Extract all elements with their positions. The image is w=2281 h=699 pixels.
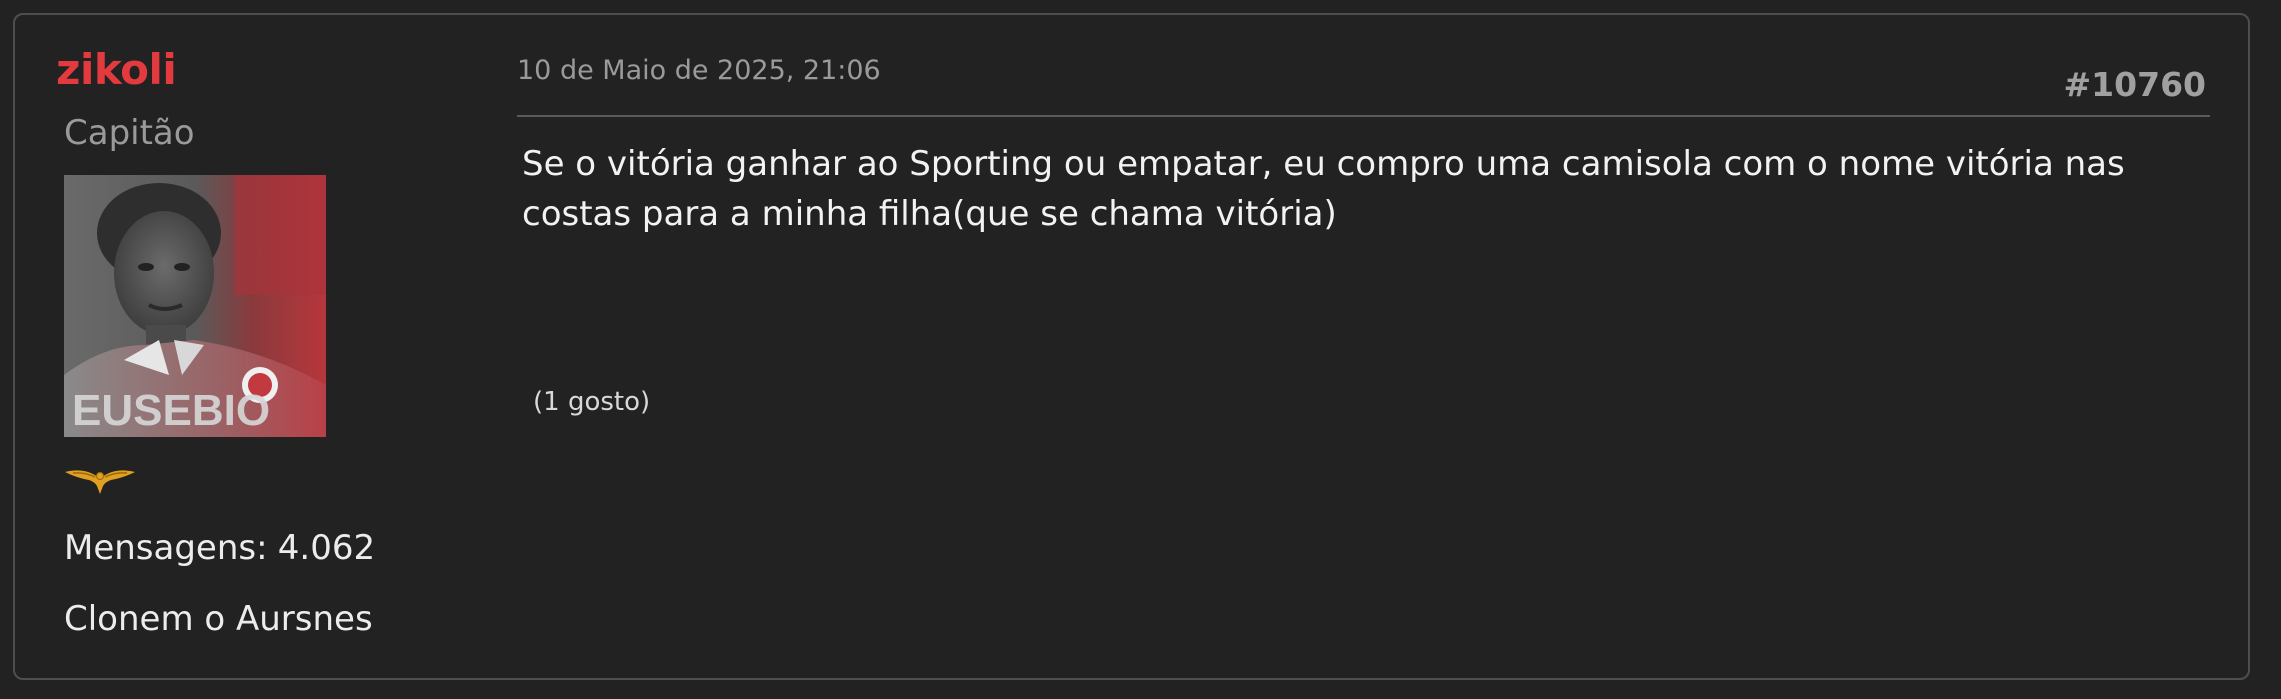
eagle-icon <box>63 464 137 500</box>
header-divider <box>517 115 2210 117</box>
avatar-image: EUSEBIO <box>64 175 326 437</box>
post-date: 10 de Maio de 2025, 21:06 <box>517 55 881 86</box>
avatar-caption: EUSEBIO <box>72 386 270 435</box>
author-rank: Capitão <box>64 113 195 153</box>
message-count-value: 4.062 <box>277 528 376 568</box>
message-count-label: Mensagens: <box>64 528 268 568</box>
avatar[interactable]: EUSEBIO <box>64 175 326 437</box>
message-count: Mensagens: 4.062 <box>64 528 375 568</box>
forum-post: zikoli Capitão EUSEBIO Mensagens: 4.062 … <box>13 13 2250 680</box>
post-author-panel: zikoli Capitão EUSEBIO Mensagens: 4.062 … <box>15 15 505 678</box>
author-username[interactable]: zikoli <box>56 45 177 94</box>
likes-count[interactable]: (1 gosto) <box>533 387 650 417</box>
post-number-link[interactable]: #10760 <box>2064 65 2206 104</box>
author-signature: Clonem o Aursnes <box>64 599 373 639</box>
post-body: Se o vitória ganhar ao Sporting ou empat… <box>522 144 2125 234</box>
